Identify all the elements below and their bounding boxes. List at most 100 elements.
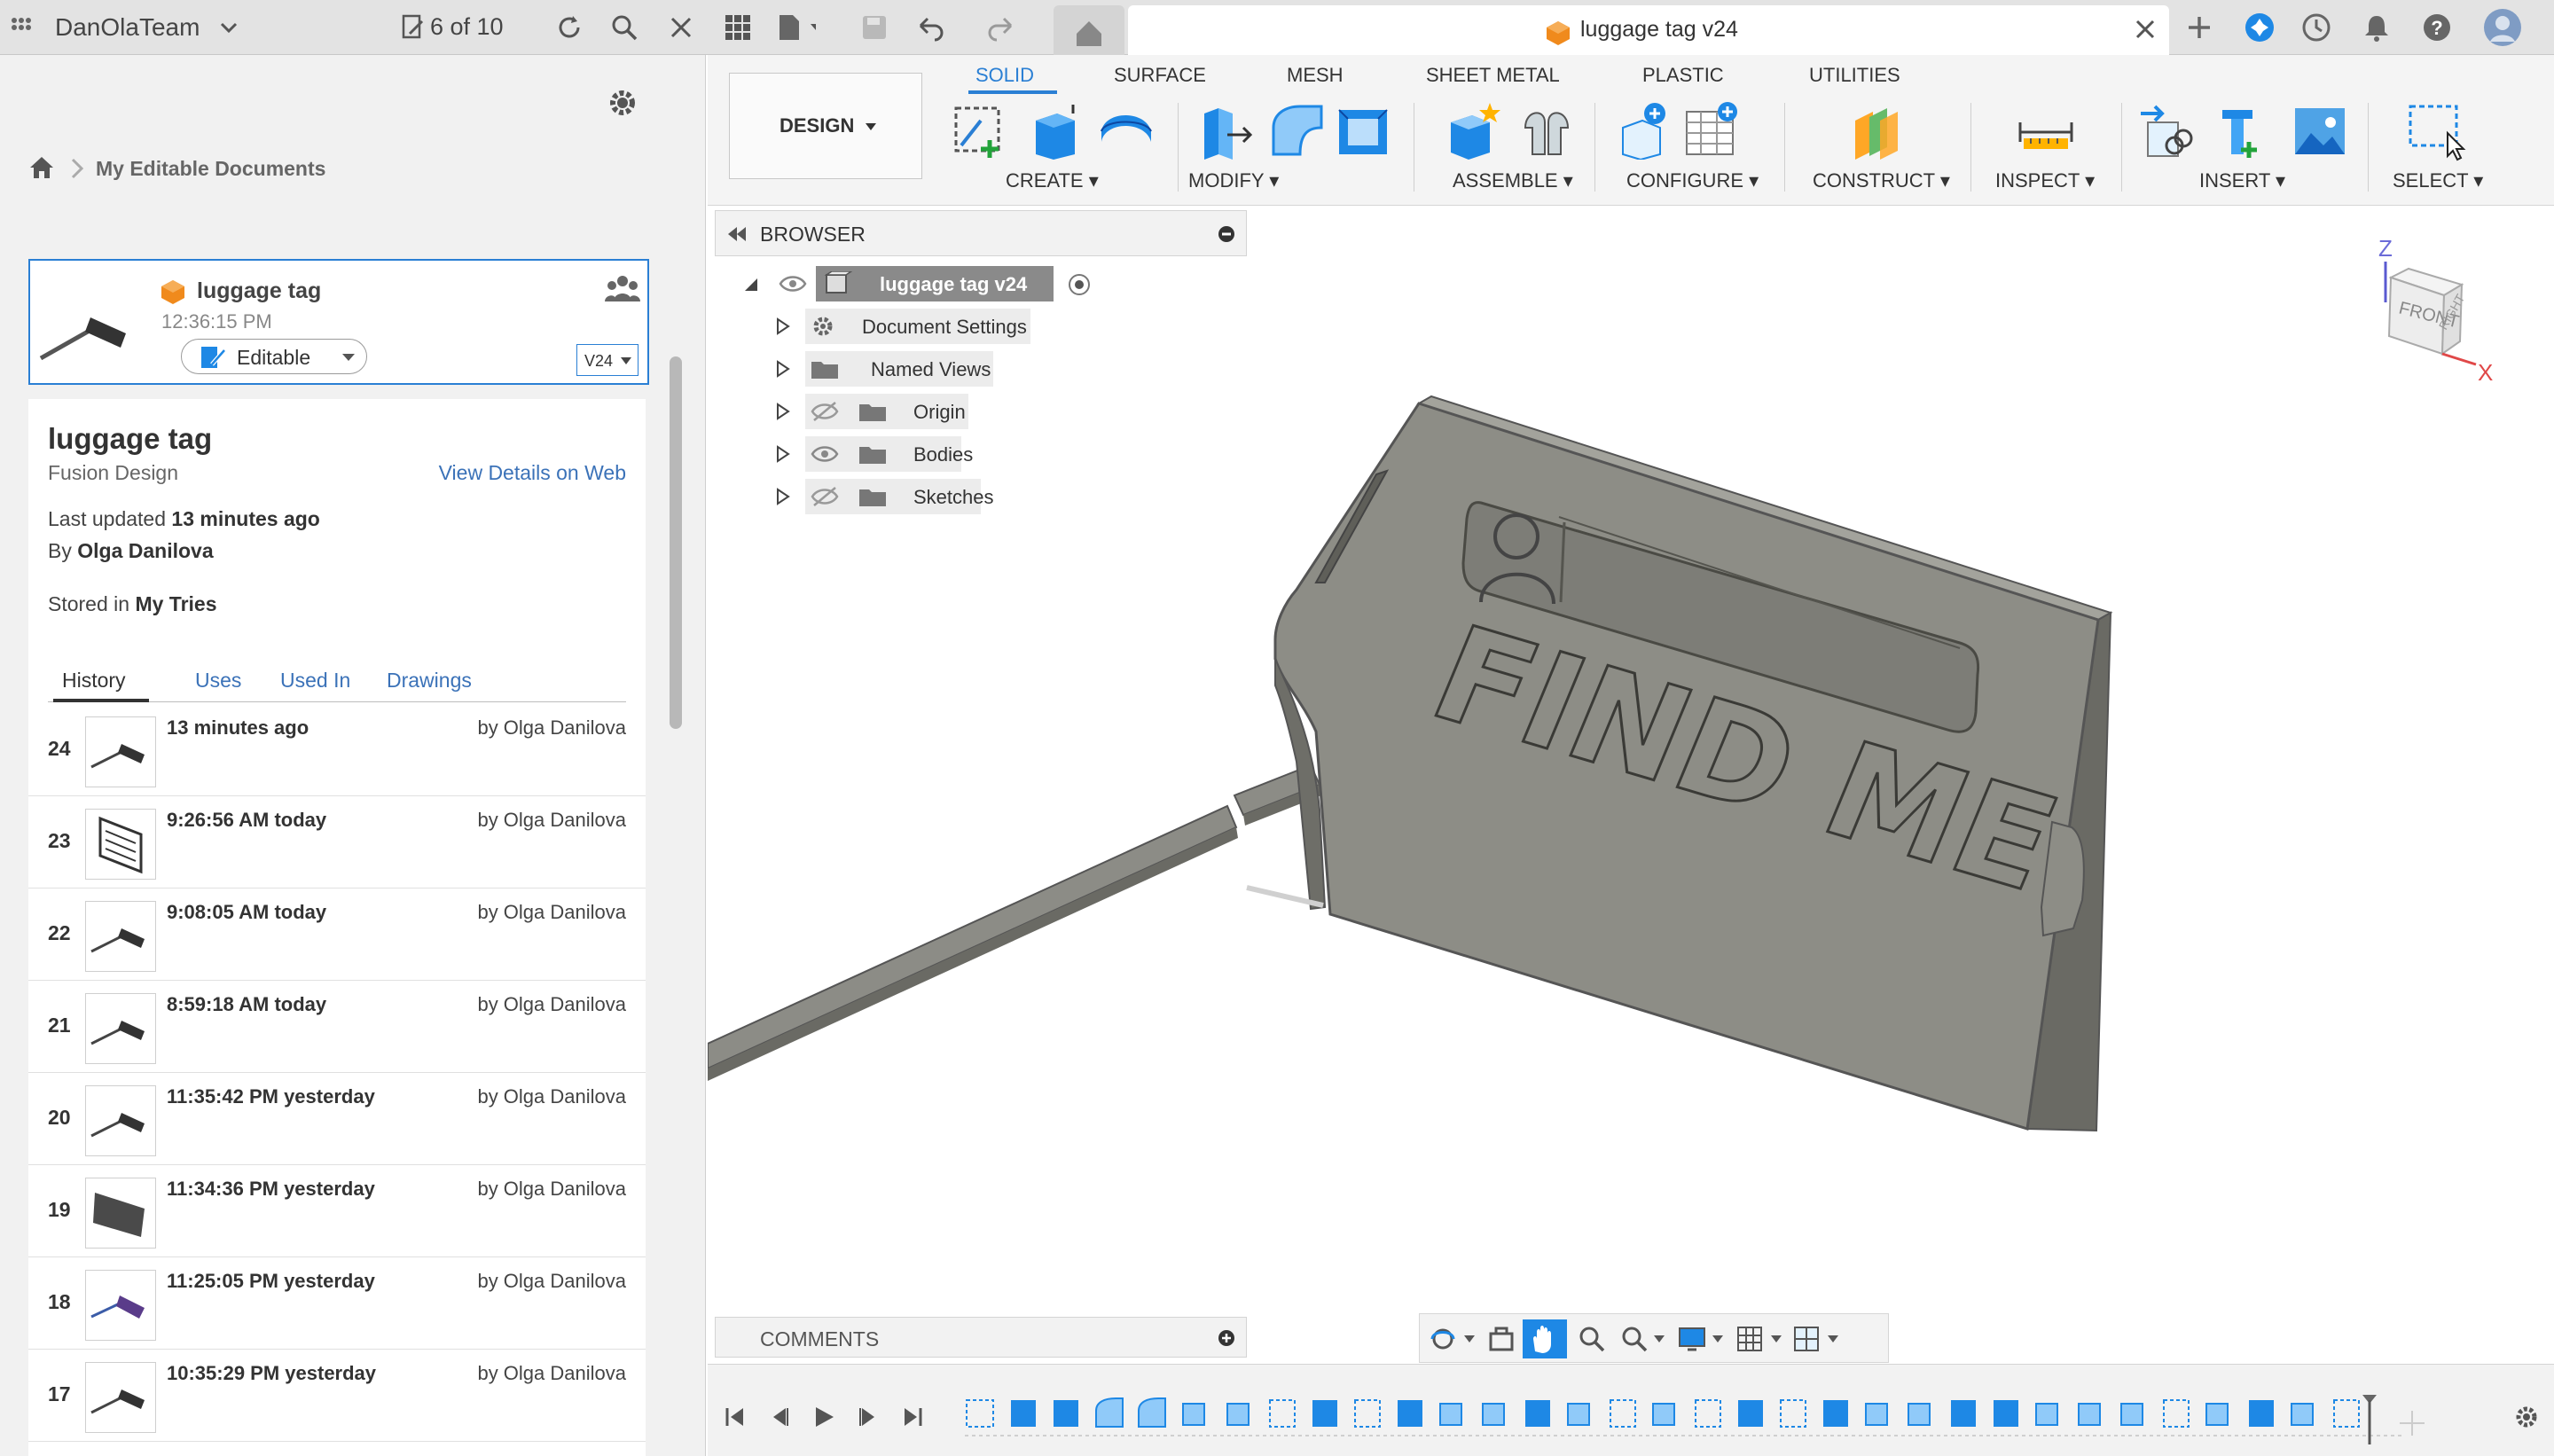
browser-node-bodies[interactable]: Bodies <box>775 436 1130 472</box>
apps-grid-icon[interactable] <box>2 8 41 47</box>
collapse-triangle-icon[interactable] <box>743 277 759 293</box>
browser-options-icon[interactable] <box>1218 225 1235 243</box>
help-icon[interactable]: ? <box>2417 8 2456 47</box>
step-forward-icon[interactable] <box>857 1405 880 1429</box>
edit-doc-icon[interactable] <box>394 8 433 47</box>
configure-icon[interactable] <box>1616 101 1674 160</box>
browser-panel-header[interactable]: BROWSER <box>715 210 1247 256</box>
job-status-icon[interactable] <box>2297 8 2336 47</box>
tab-uses[interactable]: Uses <box>195 669 241 693</box>
hidden-eye-icon[interactable] <box>811 401 839 422</box>
assemble-menu[interactable]: ASSEMBLE ▾ <box>1453 169 1573 192</box>
timeline-marker[interactable] <box>2362 1395 2377 1444</box>
revolve-icon[interactable] <box>1096 101 1155 160</box>
hidden-eye-icon[interactable] <box>811 486 839 507</box>
orbit-icon[interactable] <box>1429 1325 1477 1353</box>
breadcrumb[interactable]: My Editable Documents <box>96 157 325 181</box>
grid-icon[interactable] <box>718 8 757 47</box>
select-window-icon[interactable] <box>2407 101 2466 161</box>
chevron-down-icon[interactable] <box>209 8 248 47</box>
editable-dropdown[interactable]: Editable <box>181 339 367 374</box>
tab-plastic[interactable]: PLASTIC <box>1642 64 1724 87</box>
expand-triangle-icon[interactable] <box>775 317 791 335</box>
tab-mesh[interactable]: MESH <box>1287 64 1344 87</box>
inspect-menu[interactable]: INSPECT ▾ <box>1995 169 2095 192</box>
select-menu[interactable]: SELECT ▾ <box>2393 169 2483 192</box>
create-sketch-icon[interactable] <box>951 101 1009 160</box>
file-menu-icon[interactable] <box>777 8 816 47</box>
version-select[interactable]: V24 <box>576 344 638 376</box>
settings-gear-icon[interactable] <box>607 87 638 119</box>
team-name[interactable]: DanOlaTeam <box>55 13 200 42</box>
history-row[interactable]: 22 9:08:05 AM today by Olga Danilova <box>28 888 646 981</box>
measure-icon[interactable] <box>2017 101 2075 160</box>
history-row[interactable]: 20 11:35:42 PM yesterday by Olga Danilov… <box>28 1073 646 1165</box>
expand-triangle-icon[interactable] <box>775 445 791 463</box>
play-icon[interactable] <box>812 1405 835 1429</box>
document-tab[interactable]: luggage tag v24 <box>1128 5 2169 55</box>
display-settings-icon[interactable] <box>1677 1325 1727 1353</box>
tab-sheet-metal[interactable]: SHEET METAL <box>1426 64 1560 87</box>
timeline-settings-gear-icon[interactable] <box>2513 1404 2540 1430</box>
browser-root-node[interactable]: luggage tag v24 <box>743 266 1124 301</box>
insert-canvas-icon[interactable] <box>2292 101 2350 160</box>
expand-triangle-icon[interactable] <box>775 403 791 420</box>
look-at-icon[interactable] <box>1487 1325 1516 1353</box>
browser-node-named-views[interactable]: Named Views <box>775 351 1130 387</box>
avatar[interactable] <box>2483 8 2522 47</box>
create-menu[interactable]: CREATE ▾ <box>1006 169 1099 192</box>
fit-zoom-icon[interactable] <box>1620 1325 1668 1353</box>
home-tab[interactable] <box>1054 5 1124 55</box>
history-row[interactable]: 17 10:35:29 PM yesterday by Olga Danilov… <box>28 1350 646 1442</box>
fillet-icon[interactable] <box>1268 101 1327 160</box>
history-row[interactable]: 19 11:34:36 PM yesterday by Olga Danilov… <box>28 1165 646 1257</box>
history-row[interactable]: 23 9:26:56 AM today by Olga Danilova <box>28 796 646 888</box>
joint-icon[interactable] <box>1518 101 1577 160</box>
viewports-icon[interactable] <box>1792 1325 1842 1353</box>
activate-radio-icon[interactable] <box>1068 273 1091 296</box>
notifications-icon[interactable] <box>2357 8 2396 47</box>
panel-scrollbar[interactable] <box>670 356 682 729</box>
offset-plane-icon[interactable] <box>1850 101 1908 160</box>
redo-icon[interactable] <box>986 8 1025 47</box>
visibility-eye-icon[interactable] <box>811 443 839 465</box>
workspace-switcher[interactable]: DESIGN <box>729 73 922 179</box>
expand-triangle-icon[interactable] <box>775 488 791 505</box>
visibility-eye-icon[interactable] <box>779 273 807 294</box>
comments-panel[interactable]: COMMENTS <box>715 1317 1247 1358</box>
tab-solid[interactable]: SOLID <box>975 64 1034 87</box>
tab-drawings[interactable]: Drawings <box>387 669 472 693</box>
add-comment-icon[interactable] <box>1218 1329 1235 1347</box>
expand-triangle-icon[interactable] <box>775 360 791 378</box>
insert-derive-icon[interactable] <box>2135 101 2194 160</box>
view-details-link[interactable]: View Details on Web <box>439 461 626 485</box>
undo-icon[interactable] <box>917 8 956 47</box>
pan-hand-icon[interactable] <box>1523 1319 1567 1358</box>
insert-menu[interactable]: INSERT ▾ <box>2199 169 2285 192</box>
timeline-features[interactable] <box>965 1391 2526 1444</box>
search-icon[interactable] <box>605 8 644 47</box>
refresh-icon[interactable] <box>550 8 589 47</box>
people-icon[interactable] <box>605 273 640 303</box>
extensions-icon[interactable] <box>2240 8 2279 47</box>
view-cube[interactable]: Z FRONT RIGHT X <box>2366 231 2526 391</box>
go-to-start-icon[interactable] <box>724 1405 747 1429</box>
insert-mcmaster-icon[interactable] <box>2213 101 2272 160</box>
grid-settings-icon[interactable] <box>1735 1325 1785 1353</box>
collapse-browser-icon[interactable] <box>726 225 748 243</box>
configure-menu[interactable]: CONFIGURE ▾ <box>1626 169 1759 192</box>
configuration-table-icon[interactable] <box>1683 101 1742 160</box>
history-row[interactable]: 18 11:25:05 PM yesterday by Olga Danilov… <box>28 1257 646 1350</box>
canvas-viewport[interactable]: FIND ME Z FRONT RIGHT X BROWSER luggage … <box>708 207 2554 1364</box>
go-to-end-icon[interactable] <box>901 1405 924 1429</box>
tab-history[interactable]: History <box>62 669 126 693</box>
new-tab-icon[interactable] <box>2180 8 2219 47</box>
zoom-icon[interactable] <box>1578 1325 1606 1353</box>
tab-used-in[interactable]: Used In <box>280 669 350 693</box>
history-row[interactable]: 24 13 minutes ago by Olga Danilova <box>28 704 646 796</box>
browser-node-origin[interactable]: Origin <box>775 394 1130 429</box>
tab-surface[interactable]: SURFACE <box>1114 64 1206 87</box>
close-icon[interactable] <box>662 8 701 47</box>
step-back-icon[interactable] <box>768 1405 791 1429</box>
modify-menu[interactable]: MODIFY ▾ <box>1188 169 1279 192</box>
